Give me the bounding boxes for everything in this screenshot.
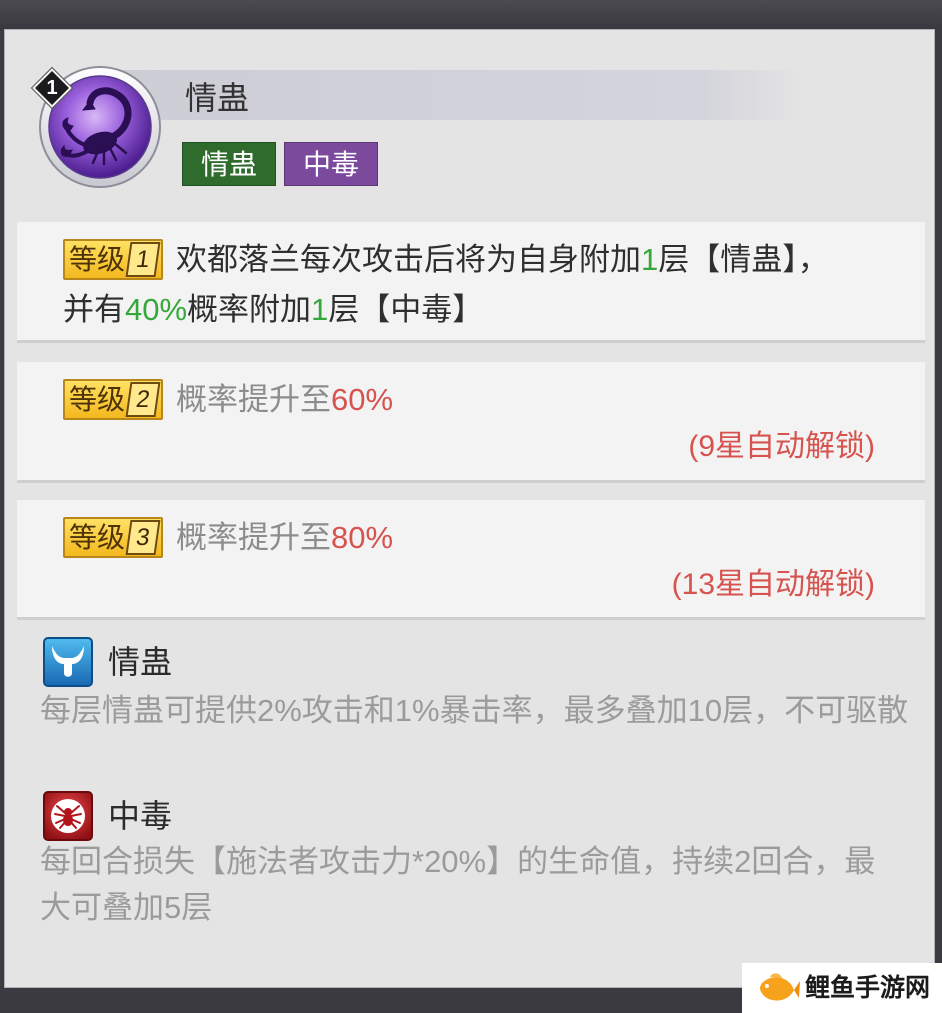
unlock-hint: (9星自动解锁) — [688, 430, 875, 463]
spider-icon — [43, 791, 93, 841]
unlock-hint: (13星自动解锁) — [671, 568, 875, 601]
highlight-value: 1 — [641, 242, 659, 277]
watermark: 鲤鱼手游网 — [742, 963, 942, 1013]
text-segment: 概率提升至 — [176, 520, 332, 555]
level-badge-number: 2 — [125, 382, 161, 417]
highlight-value: 1 — [311, 292, 329, 327]
watermark-text: 鲤鱼手游网 — [805, 974, 931, 1002]
level-badge-label: 等级 — [69, 244, 126, 275]
text-segment: 欢都落兰每次攻击后将为自身附加 — [176, 242, 642, 277]
carp-fish-logo — [754, 968, 800, 1008]
highlight-value: 80% — [331, 520, 394, 555]
skill-rank-number: 1 — [46, 77, 58, 99]
text-segment: 概率附加 — [187, 292, 312, 327]
bull-horns-icon — [43, 637, 93, 687]
skill-title-bar: 情蛊 — [118, 70, 800, 120]
skill-rank-badge: 1 — [32, 68, 72, 108]
level-row-3: 等级 3 概率提升至80% (13星自动解锁) — [17, 500, 925, 620]
skill-tag-poison: 中毒 — [284, 142, 378, 186]
buff-name: 情蛊 — [108, 644, 173, 680]
skill-detail-panel: 1 情蛊 情蛊 中毒 等级 1 欢都落兰每次攻击后将为自身附加1层【情蛊】，并有40… — [4, 29, 935, 988]
skill-tag-qinggu: 情蛊 — [182, 142, 276, 186]
level-badge-number: 3 — [125, 520, 161, 555]
level-badge: 等级 1 — [63, 239, 164, 280]
level-1-description: 等级 1 欢都落兰每次攻击后将为自身附加1层【情蛊】，并有40%概率附加1层【中毒】 — [63, 235, 858, 335]
level-badge: 等级 3 — [63, 517, 164, 558]
level-row-2: 等级 2 概率提升至60% (9星自动解锁) — [17, 362, 925, 483]
level-2-description: 等级 2 概率提升至60% — [63, 375, 858, 425]
text-segment: 概率提升至 — [176, 382, 332, 417]
highlight-value: 40% — [125, 292, 188, 327]
level-badge-number: 1 — [125, 242, 161, 277]
window-top-bar — [0, 0, 942, 30]
level-badge-label: 等级 — [69, 384, 126, 415]
level-badge-label: 等级 — [69, 522, 126, 553]
buff-name: 中毒 — [108, 798, 173, 834]
highlight-value: 60% — [331, 382, 394, 417]
level-row-1: 等级 1 欢都落兰每次攻击后将为自身附加1层【情蛊】，并有40%概率附加1层【中毒】 — [17, 222, 925, 343]
level-badge: 等级 2 — [63, 379, 164, 420]
skill-title: 情蛊 — [185, 80, 250, 116]
buff-description: 每回合损失【施法者攻击力*20%】的生命值，持续2回合，最大可叠加5层 — [40, 844, 876, 925]
level-3-description: 等级 3 概率提升至80% — [63, 513, 858, 563]
text-segment: 层【中毒】 — [328, 292, 484, 327]
buff-description: 每层情蛊可提供2%攻击和1%暴击率，最多叠加10层，不可驱散 — [40, 693, 909, 728]
